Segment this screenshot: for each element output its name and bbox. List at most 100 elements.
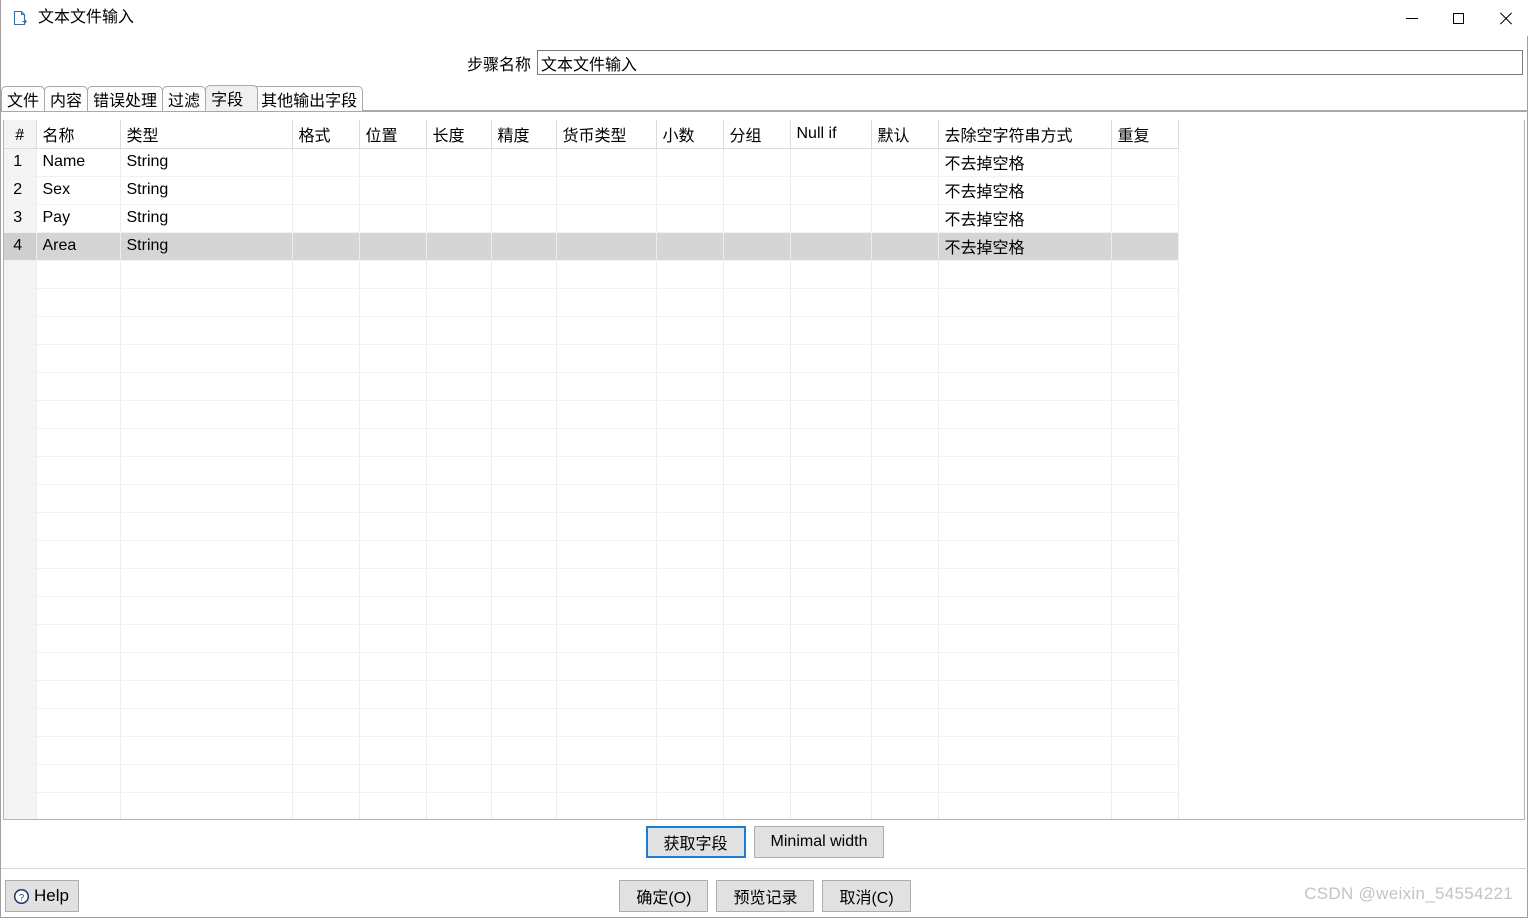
cell-currency[interactable] [556,596,657,625]
cell-position[interactable] [359,176,427,205]
cell-precision[interactable] [491,176,557,205]
cell-type[interactable] [120,316,293,345]
cell-type[interactable] [120,288,293,317]
cell-group[interactable] [723,316,791,345]
cell-name[interactable] [36,792,121,819]
cell-type[interactable] [120,372,293,401]
cell-repeat[interactable] [1111,736,1179,765]
cell-type[interactable] [120,764,293,793]
column-header-length[interactable]: 长度 [426,120,492,149]
cell-currency[interactable] [556,680,657,709]
cell-group[interactable] [723,288,791,317]
cell-nullif[interactable] [790,792,872,819]
cell-format[interactable] [292,456,360,485]
cell-precision[interactable] [491,260,557,289]
cell-decimal[interactable] [656,708,724,737]
cell-decimal[interactable] [656,736,724,765]
cell-trim[interactable]: 不去掉空格 [938,176,1112,205]
maximize-button[interactable] [1435,0,1482,36]
table-row-empty[interactable] [4,260,1179,289]
cell-group[interactable] [723,232,791,261]
cell-nullif[interactable] [790,456,872,485]
cell-precision[interactable] [491,568,557,597]
cell-precision[interactable] [491,596,557,625]
cell-length[interactable] [426,428,492,457]
cell-nullif[interactable] [790,204,872,233]
cell-currency[interactable] [556,764,657,793]
table-row[interactable]: 1 Name String 不去掉空格 [4,148,1179,177]
cell-type[interactable] [120,400,293,429]
cell-length[interactable] [426,792,492,819]
cell-format[interactable] [292,540,360,569]
cell-decimal[interactable] [656,568,724,597]
cell-name[interactable] [36,680,121,709]
cell-name[interactable] [36,428,121,457]
cell-num[interactable] [4,624,37,653]
tab-6[interactable]: 其他输出字段 [247,86,364,111]
cell-currency[interactable] [556,512,657,541]
cell-trim[interactable]: 不去掉空格 [938,232,1112,261]
cell-currency[interactable] [556,400,657,429]
cell-length[interactable] [426,176,492,205]
cell-default[interactable] [871,176,939,205]
cell-format[interactable] [292,624,360,653]
table-row-empty[interactable] [4,596,1179,625]
column-header-position[interactable]: 位置 [359,120,427,149]
cell-group[interactable] [723,512,791,541]
table-row[interactable]: 4 Area String 不去掉空格 [4,232,1179,261]
cell-repeat[interactable] [1111,344,1179,373]
cell-position[interactable] [359,372,427,401]
cell-position[interactable] [359,596,427,625]
cell-type[interactable] [120,708,293,737]
cell-decimal[interactable] [656,204,724,233]
cell-nullif[interactable] [790,232,872,261]
cell-repeat[interactable] [1111,568,1179,597]
cell-nullif[interactable] [790,148,872,177]
table-row-empty[interactable] [4,484,1179,513]
column-header-num[interactable]: ˄ # [4,120,37,149]
cell-num[interactable] [4,400,37,429]
cell-position[interactable] [359,680,427,709]
cell-default[interactable] [871,400,939,429]
cell-format[interactable] [292,484,360,513]
cell-currency[interactable] [556,372,657,401]
cell-trim[interactable]: 不去掉空格 [938,204,1112,233]
cell-precision[interactable] [491,344,557,373]
cell-repeat[interactable] [1111,456,1179,485]
cell-num[interactable] [4,792,37,819]
cell-group[interactable] [723,428,791,457]
cell-repeat[interactable] [1111,540,1179,569]
cell-nullif[interactable] [790,708,872,737]
cell-trim[interactable] [938,344,1112,373]
cell-num[interactable] [4,540,37,569]
cell-name[interactable] [36,344,121,373]
cell-num[interactable] [4,372,37,401]
cell-num[interactable]: 3 [4,204,37,233]
cell-position[interactable] [359,484,427,513]
cell-name[interactable]: Sex [36,176,121,205]
table-row-empty[interactable] [4,764,1179,793]
column-header-name[interactable]: 名称 [36,120,121,149]
cell-decimal[interactable] [656,512,724,541]
cell-position[interactable] [359,624,427,653]
cell-precision[interactable] [491,456,557,485]
table-row-empty[interactable] [4,316,1179,345]
cell-type[interactable]: String [120,204,293,233]
cell-format[interactable] [292,652,360,681]
cell-default[interactable] [871,764,939,793]
cell-default[interactable] [871,792,939,819]
table-row[interactable]: 3 Pay String 不去掉空格 [4,204,1179,233]
cell-position[interactable] [359,232,427,261]
cell-length[interactable] [426,568,492,597]
cell-position[interactable] [359,652,427,681]
cell-nullif[interactable] [790,764,872,793]
cell-trim[interactable] [938,736,1112,765]
cell-nullif[interactable] [790,316,872,345]
cell-repeat[interactable] [1111,176,1179,205]
cell-repeat[interactable] [1111,596,1179,625]
cell-default[interactable] [871,232,939,261]
cell-trim[interactable] [938,708,1112,737]
cell-name[interactable] [36,456,121,485]
cell-name[interactable] [36,512,121,541]
table-row-empty[interactable] [4,568,1179,597]
